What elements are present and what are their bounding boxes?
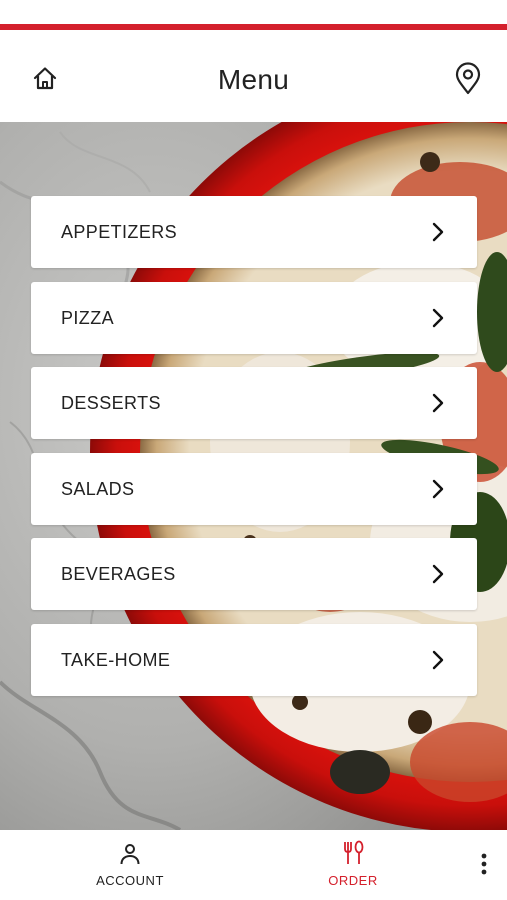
location-button[interactable] [452,62,484,96]
menu-item-label: PIZZA [61,307,115,328]
chevron-right-icon [432,393,444,413]
page-title: Menu [217,64,290,95]
menu-item-label: SALADS [61,478,135,499]
menu-item-label: APPETIZERS [61,222,178,242]
chevron-right-icon [432,222,444,242]
menu-item-salads[interactable]: SALADS [31,452,477,525]
menu-item-desserts[interactable]: DESSERTS [31,367,477,439]
chevron-right-icon [432,479,444,498]
nav-order-label: ORDER [328,873,378,888]
chevron-right-icon [432,308,444,327]
chevron-right-icon [432,564,444,584]
menu-item-label: BEVERAGES [61,564,176,584]
app-header: Menu [0,30,507,122]
bottom-navigation: ACCOUNT ORDER [0,830,507,900]
menu-item-appetizers[interactable]: APPETIZERS [31,196,477,268]
person-icon [120,844,140,865]
menu-category-list: APPETIZERS PIZZA DESSERTS SALADS BEVERAG… [31,196,477,709]
nav-account-button[interactable]: ACCOUNT [90,842,170,892]
nav-account-label: ACCOUNT [96,873,164,888]
menu-item-label: DESSERTS [61,393,161,413]
menu-item-beverages[interactable]: BEVERAGES [31,538,477,610]
menu-item-take-home[interactable]: TAKE-HOME [31,623,477,696]
nav-order-button[interactable]: ORDER [318,840,388,892]
menu-item-label: TAKE-HOME [61,649,171,670]
more-options-button[interactable] [474,850,494,880]
chevron-right-icon [432,650,444,669]
fork-knife-icon [344,840,364,864]
location-pin-icon [455,62,481,95]
menu-item-pizza[interactable]: PIZZA [31,281,477,354]
more-vertical-icon [481,853,487,875]
